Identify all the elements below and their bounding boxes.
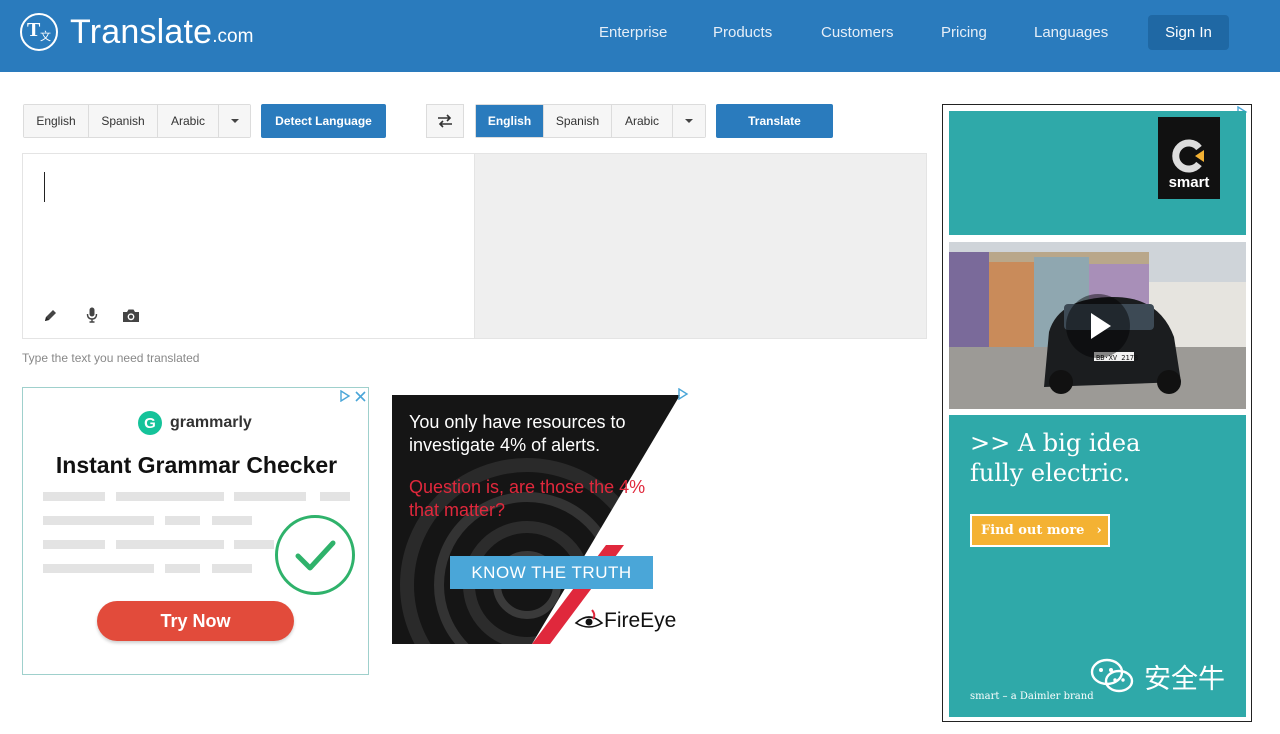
placeholder-line <box>234 492 306 501</box>
wechat-watermark: 安全牛 <box>1088 656 1225 696</box>
source-lang-spanish[interactable]: Spanish <box>89 105 158 137</box>
smart-brand-footer: smart – a Daimler brand <box>970 691 1094 702</box>
target-lang-more-button[interactable] <box>673 105 705 137</box>
nav-pricing[interactable]: Pricing <box>941 24 987 41</box>
nav-enterprise[interactable]: Enterprise <box>599 24 667 41</box>
sign-in-button[interactable]: Sign In <box>1148 15 1229 50</box>
wechat-icon <box>1090 658 1134 693</box>
placeholder-line <box>116 492 224 501</box>
placeholder-line <box>116 540 224 549</box>
source-lang-english[interactable]: English <box>24 105 89 137</box>
smart-car-video[interactable]: BB·XV 2178 <box>949 242 1246 409</box>
placeholder-line <box>165 564 200 573</box>
smart-headline-line2: fully electric. <box>970 459 1131 487</box>
placeholder-line <box>234 540 274 549</box>
source-lang-more-button[interactable] <box>219 105 250 137</box>
adchoices-icon[interactable] <box>676 387 690 401</box>
play-button[interactable] <box>1066 294 1130 358</box>
detect-language-button[interactable]: Detect Language <box>261 104 386 138</box>
placeholder-line <box>43 492 105 501</box>
placeholder-line <box>320 492 350 501</box>
nav-products[interactable]: Products <box>713 24 772 41</box>
placeholder-line <box>212 564 252 573</box>
smart-logo-panel: smart <box>949 111 1246 235</box>
placeholder-line <box>43 540 105 549</box>
grammarly-headline: Instant Grammar Checker <box>55 452 338 478</box>
fireeye-line1: You only have resources to investigate 4… <box>409 412 626 455</box>
microphone-icon[interactable] <box>83 306 101 324</box>
target-language-selector: English Spanish Arabic <box>475 104 706 138</box>
source-text-input[interactable] <box>22 153 475 339</box>
nav-languages[interactable]: Languages <box>1034 24 1108 41</box>
chevron-down-icon <box>685 119 693 123</box>
try-now-button[interactable]: Try Now <box>97 601 294 641</box>
grammarly-ad[interactable]: G grammarly Instant Grammar Checker Try … <box>22 387 369 675</box>
smart-ad[interactable]: smart BB·XV 2178 >> A big idea fully ele… <box>942 104 1252 722</box>
fireeye-logo: FireEye <box>574 609 676 633</box>
target-lang-english[interactable]: English <box>476 105 544 137</box>
placeholder-line <box>165 516 200 525</box>
grammarly-logo: G grammarly <box>138 411 252 435</box>
pencil-icon[interactable] <box>41 306 59 324</box>
smart-logo: smart <box>1158 117 1220 199</box>
grammarly-brand: grammarly <box>170 414 252 431</box>
site-logo[interactable]: T文 Translate .com <box>20 10 253 54</box>
swap-languages-button[interactable] <box>426 104 464 138</box>
chevron-right-icon: › <box>1096 523 1102 538</box>
top-navbar: T文 Translate .com Enterprise Products Cu… <box>0 0 1280 72</box>
placeholder-line <box>212 516 252 525</box>
close-icon[interactable] <box>353 389 367 403</box>
placeholder-line <box>43 564 154 573</box>
target-lang-arabic[interactable]: Arabic <box>612 105 673 137</box>
watermark-text: 安全牛 <box>1144 663 1225 694</box>
source-lang-arabic[interactable]: Arabic <box>158 105 219 137</box>
chevron-down-icon <box>230 119 239 123</box>
logo-domain: .com <box>212 26 254 47</box>
smart-headline-line1: >> A big idea <box>970 429 1141 457</box>
adchoices-icon[interactable] <box>338 389 352 403</box>
smart-logo-text: smart <box>1168 174 1210 191</box>
fireeye-ad[interactable]: You only have resources to investigate 4… <box>392 395 686 644</box>
camera-icon[interactable] <box>122 306 140 324</box>
know-the-truth-button[interactable]: KNOW THE TRUTH <box>450 556 653 589</box>
translation-output <box>475 153 927 339</box>
find-out-more-button[interactable]: Find out more › <box>970 514 1110 547</box>
checkmark-icon <box>275 515 355 595</box>
fireeye-eye-icon <box>574 609 604 628</box>
fireeye-brand: FireEye <box>604 609 677 632</box>
nav-customers[interactable]: Customers <box>821 24 894 41</box>
placeholder-line <box>43 516 154 525</box>
translate-button[interactable]: Translate <box>716 104 833 138</box>
smart-headline: >> A big idea fully electric. <box>970 428 1140 488</box>
input-hint: Type the text you need translated <box>22 351 200 365</box>
target-lang-spanish[interactable]: Spanish <box>544 105 612 137</box>
logo-icon: T文 <box>20 13 58 51</box>
fireeye-line2: Question is, are those the 4% that matte… <box>409 477 646 520</box>
smart-c-icon <box>1172 139 1204 173</box>
grammarly-g-icon: G <box>138 411 162 435</box>
swap-icon <box>438 114 452 128</box>
source-language-selector: English Spanish Arabic <box>23 104 251 138</box>
logo-text: Translate <box>70 12 213 51</box>
find-out-more-label: Find out more <box>981 523 1085 538</box>
play-icon <box>1091 313 1111 339</box>
text-cursor <box>44 172 45 202</box>
